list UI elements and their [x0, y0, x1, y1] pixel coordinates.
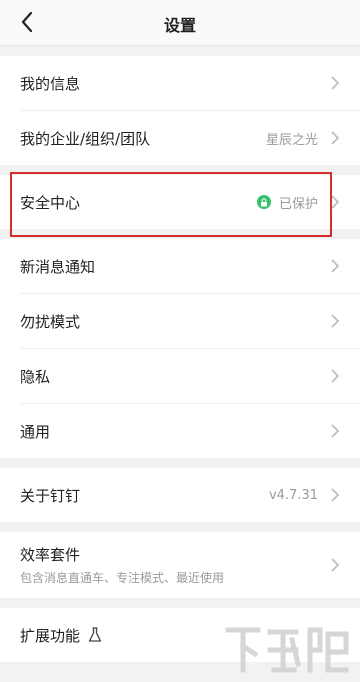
group-about: 关于钉钉 v4.7.31	[0, 468, 360, 522]
row-notifications[interactable]: 新消息通知	[0, 239, 360, 293]
top-bar: 设置	[0, 0, 360, 46]
chevron-right-icon	[331, 76, 340, 90]
row-my-info[interactable]: 我的信息	[0, 56, 360, 110]
row-label: 效率套件	[20, 546, 81, 564]
row-label: 新消息通知	[20, 257, 96, 276]
chevron-right-icon	[331, 314, 340, 328]
row-value: 星辰之光	[265, 132, 318, 148]
highlight-box	[10, 172, 332, 237]
row-label: 我的企业/组织/团队	[20, 129, 151, 148]
row-efficiency-suite[interactable]: 效率套件 包含消息直通车、专注模式、最近使用	[0, 532, 360, 598]
flask-icon	[88, 627, 102, 642]
row-label: 通用	[20, 422, 51, 441]
row-label: 勿扰模式	[20, 312, 81, 331]
chevron-right-icon	[331, 558, 340, 572]
chevron-right-icon	[331, 488, 340, 502]
version-value: v4.7.31	[268, 487, 318, 503]
group-preferences: 新消息通知 勿扰模式 隐私 通用	[0, 239, 360, 458]
row-label: 我的信息	[20, 74, 81, 93]
chevron-right-icon	[331, 131, 340, 145]
group-efficiency: 效率套件 包含消息直通车、专注模式、最近使用	[0, 532, 360, 598]
row-label: 隐私	[20, 367, 51, 386]
row-label: 关于钉钉	[20, 486, 81, 505]
chevron-right-icon	[331, 424, 340, 438]
row-general[interactable]: 通用	[0, 404, 360, 458]
row-about[interactable]: 关于钉钉 v4.7.31	[0, 468, 360, 522]
chevron-right-icon	[331, 369, 340, 383]
row-privacy[interactable]: 隐私	[0, 349, 360, 403]
row-my-org[interactable]: 我的企业/组织/团队 星辰之光	[0, 111, 360, 165]
row-label: 扩展功能	[20, 626, 81, 645]
row-dnd[interactable]: 勿扰模式	[0, 294, 360, 348]
row-subtitle: 包含消息直通车、专注模式、最近使用	[20, 571, 225, 585]
watermark-logo	[225, 627, 349, 673]
group-profile: 我的信息 我的企业/组织/团队 星辰之光	[0, 56, 360, 165]
page-title: 设置	[163, 16, 196, 35]
chevron-right-icon	[331, 259, 340, 273]
